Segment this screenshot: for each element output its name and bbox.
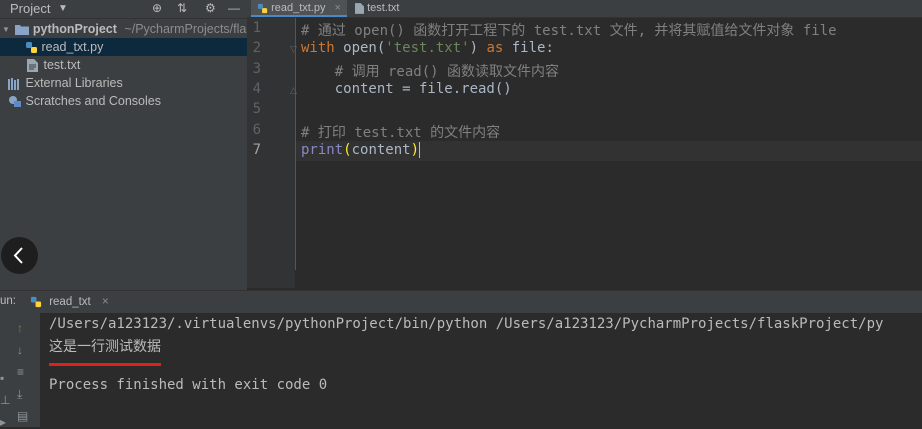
- text-file-icon: [27, 59, 38, 73]
- chevron-left-icon: [13, 247, 23, 264]
- project-root-name: pythonProject: [32, 22, 117, 36]
- back-button[interactable]: [1, 237, 38, 274]
- fold-marker-icon[interactable]: ▽: [290, 44, 297, 55]
- code-line-1: # 通过 open() 函数打开工程下的 test.txt 文件, 并将其赋值给…: [301, 23, 837, 39]
- pin-icon[interactable]: ⊥: [0, 393, 10, 407]
- run-panel-header: un: read_txt ×: [0, 290, 922, 313]
- builtin-print: print: [301, 142, 344, 158]
- project-panel-header: Project ▼ ⊕ ⇅ ⚙ —: [0, 0, 247, 19]
- text-file-icon: [355, 2, 364, 14]
- line-number: 1: [252, 20, 261, 36]
- scroll-to-end-icon[interactable]: ⤓: [17, 387, 22, 402]
- keyword-with: with: [301, 40, 335, 56]
- line-number: 6: [252, 122, 261, 138]
- down-arrow-icon[interactable]: ↓: [17, 343, 23, 357]
- chevron-down-icon[interactable]: ▼: [58, 0, 68, 17]
- code-line-4: content = file.read(): [301, 81, 512, 97]
- close-icon[interactable]: ×: [102, 296, 109, 308]
- fold-end-icon[interactable]: △: [290, 85, 297, 96]
- text-caret: [419, 142, 421, 158]
- scratches-icon: [9, 96, 21, 108]
- editor-tab-bar: read_txt.py × test.txt: [247, 0, 922, 18]
- code-line-7: print(content): [301, 142, 421, 158]
- tree-item-external-libraries[interactable]: External Libraries: [0, 74, 247, 92]
- run-panel-prefix: un:: [0, 295, 16, 307]
- code-string: 'test.txt': [385, 40, 470, 56]
- library-icon: [8, 77, 19, 90]
- tree-item-label: External Libraries: [25, 76, 123, 90]
- line-number-current: 7: [252, 142, 261, 158]
- tab-label: read_txt.py: [271, 2, 326, 14]
- tree-item-read-txt-py[interactable]: read_txt.py: [0, 38, 247, 56]
- tab-test-txt[interactable]: test.txt: [351, 0, 421, 17]
- line-number: 4: [252, 81, 261, 97]
- code-arg: content: [351, 142, 411, 158]
- code-paren-close: ): [410, 142, 420, 158]
- console-exit-line: Process finished with exit code 0: [49, 377, 328, 393]
- run-tab-label: read_txt: [49, 296, 91, 308]
- code-paren: ): [469, 40, 487, 56]
- run-tab-read-txt[interactable]: read_txt ×: [30, 291, 109, 313]
- code-paren-open: (: [343, 142, 352, 158]
- tab-read-txt-py[interactable]: read_txt.py ×: [251, 0, 347, 17]
- line-number: 3: [252, 61, 261, 77]
- tree-item-project-root[interactable]: ▼ pythonProject ~/PycharmProjects/flas: [0, 20, 247, 38]
- close-icon[interactable]: ×: [335, 2, 341, 14]
- keyword-as: as: [486, 40, 504, 56]
- python-file-icon: [257, 3, 268, 13]
- tree-item-label: read_txt.py: [41, 40, 104, 54]
- python-file-icon: [26, 42, 37, 54]
- collapse-all-icon[interactable]: ⇅: [177, 0, 187, 17]
- console-command-line: /Users/a123123/.virtualenvs/pythonProjec…: [49, 316, 884, 332]
- tree-item-label: test.txt: [43, 58, 81, 72]
- run-toolbar: ↑ ↓ ≡ ⤓ ▤ ▪ ⊥ ▸: [0, 313, 40, 429]
- tree-item-scratches[interactable]: Scratches and Consoles: [0, 92, 247, 110]
- line-number: 2: [252, 40, 261, 56]
- rerun-icon[interactable]: ↑: [17, 321, 23, 335]
- project-root-path: ~/PycharmProjects/flas: [124, 22, 247, 36]
- line-number: 5: [252, 101, 261, 117]
- tree-item-label: Scratches and Consoles: [25, 94, 161, 108]
- project-dropdown-label[interactable]: Project: [10, 0, 50, 17]
- code-line-6: # 打印 test.txt 的文件内容: [301, 125, 501, 141]
- code-tail: file:: [503, 40, 554, 56]
- code-open-call: open(: [334, 40, 386, 56]
- tab-label: test.txt: [367, 2, 400, 14]
- code-line-2: with open('test.txt') as file:: [301, 40, 554, 56]
- stop-icon[interactable]: ▪: [0, 371, 4, 385]
- red-underline-annotation: [49, 363, 161, 366]
- console-output-line: 这是一行测试数据: [49, 339, 161, 355]
- python-file-icon: [30, 296, 42, 308]
- chevron-down-icon[interactable]: ▼: [2, 21, 10, 38]
- print-icon[interactable]: ▤: [17, 409, 28, 423]
- soft-wrap-icon[interactable]: ≡: [17, 365, 24, 379]
- gear-icon[interactable]: ⚙: [205, 0, 216, 17]
- tree-item-test-txt[interactable]: test.txt: [0, 56, 247, 74]
- minimize-icon[interactable]: —: [228, 0, 240, 17]
- folder-icon: [15, 25, 30, 36]
- code-line-3: # 调用 read() 函数读取文件内容: [301, 64, 560, 80]
- locate-icon[interactable]: ⊕: [152, 0, 162, 17]
